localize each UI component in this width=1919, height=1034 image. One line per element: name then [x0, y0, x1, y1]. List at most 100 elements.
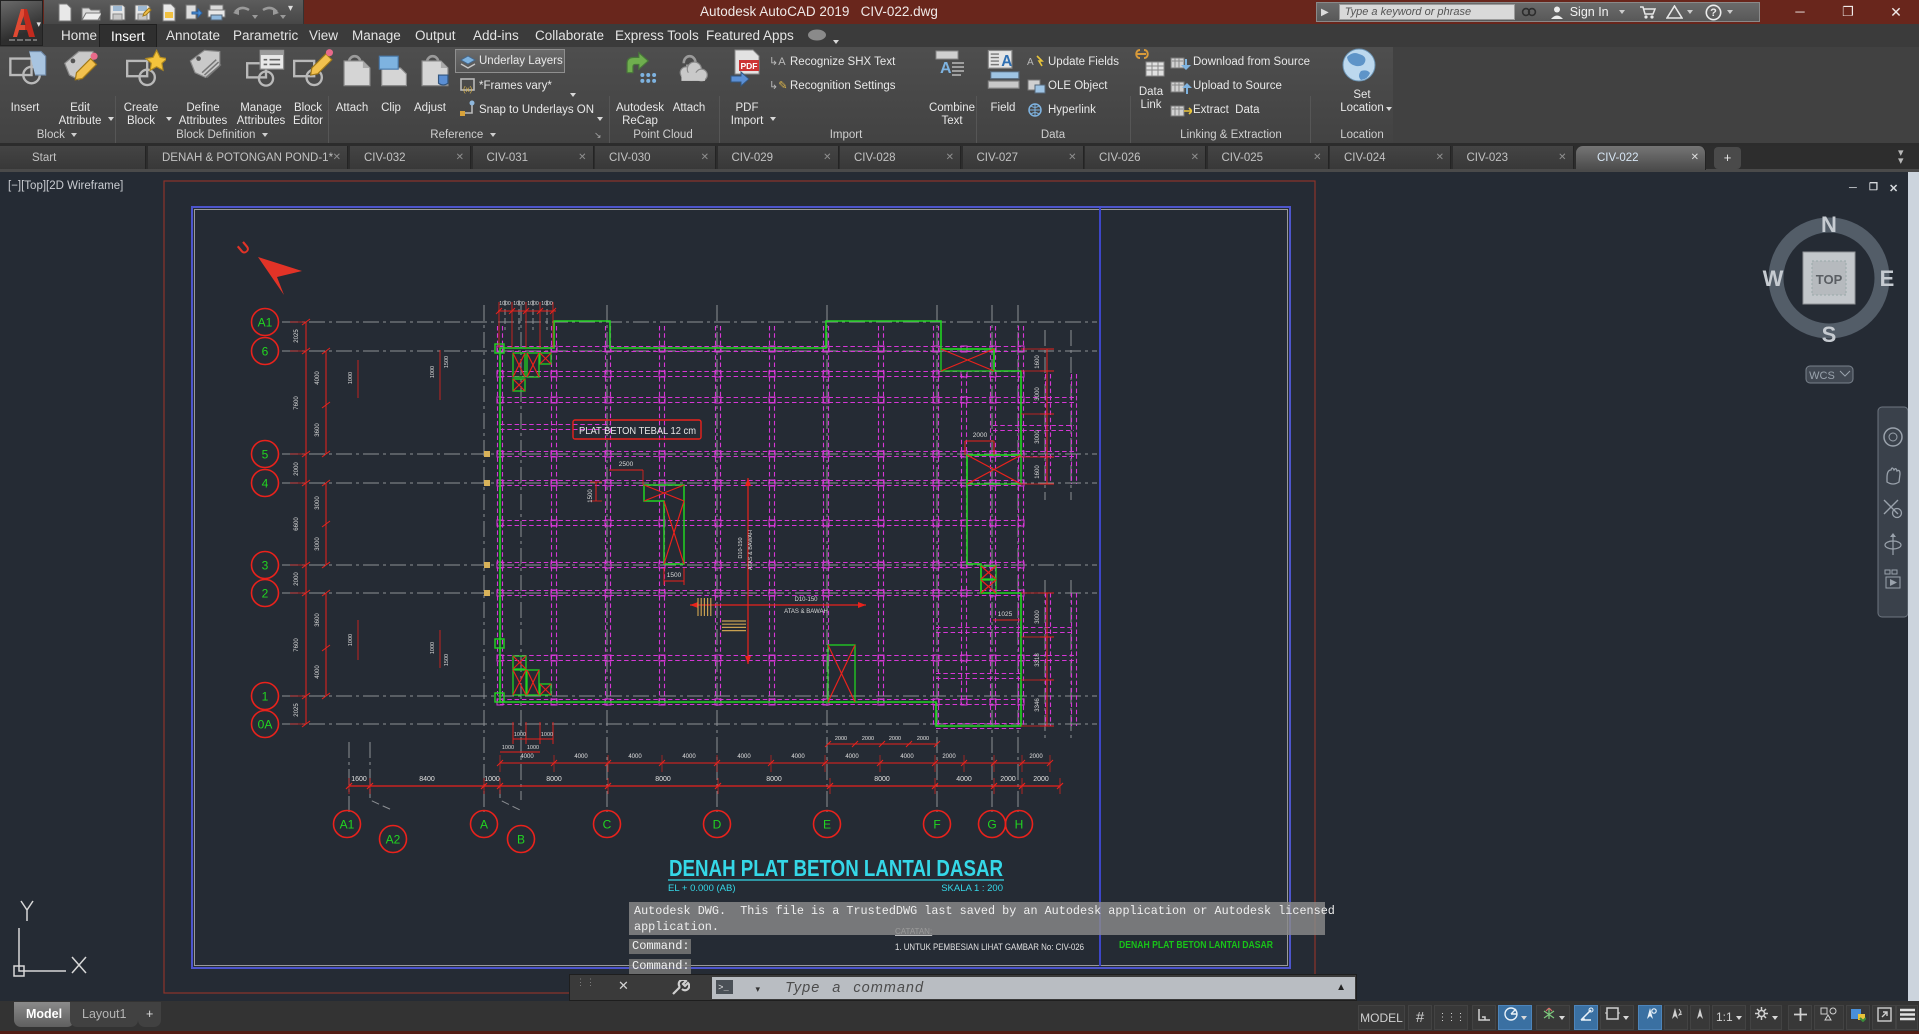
- svg-text:3600: 3600: [315, 613, 321, 627]
- svg-text:3000: 3000: [315, 496, 321, 510]
- svg-text:1000: 1000: [502, 745, 514, 751]
- svg-text:TOP: TOP: [1816, 272, 1843, 287]
- svg-text:C: C: [603, 817, 612, 831]
- svg-text:>_: >_: [718, 982, 730, 992]
- svg-text:1000: 1000: [541, 301, 553, 307]
- svg-text:SKALA 1 : 200: SKALA 1 : 200: [941, 883, 1003, 894]
- svg-text:E: E: [1880, 266, 1895, 291]
- svg-text:N: N: [1821, 212, 1837, 237]
- svg-text:3000: 3000: [1035, 430, 1041, 444]
- svg-text:2000: 2000: [835, 736, 847, 742]
- svg-text:4000: 4000: [791, 754, 805, 760]
- svg-text:D: D: [713, 817, 722, 831]
- svg-text:1000: 1000: [527, 301, 539, 307]
- svg-text:A: A: [480, 817, 488, 831]
- svg-text:G: G: [987, 817, 996, 831]
- svg-text:A1: A1: [258, 315, 273, 329]
- svg-text:EL + 0.000 (AB): EL + 0.000 (AB): [668, 883, 736, 894]
- svg-text:2025: 2025: [294, 329, 300, 343]
- svg-text:1000: 1000: [541, 732, 553, 738]
- svg-text:3318: 3318: [1035, 653, 1041, 667]
- svg-text:4000: 4000: [315, 665, 321, 679]
- svg-text:1500: 1500: [667, 572, 682, 579]
- svg-text:4000: 4000: [628, 754, 642, 760]
- svg-text:7600: 7600: [294, 638, 300, 652]
- svg-text:?: ?: [1710, 7, 1717, 19]
- svg-text:D10-150: D10-150: [794, 597, 818, 603]
- svg-text:2000: 2000: [917, 736, 929, 742]
- svg-text:4000: 4000: [900, 754, 914, 760]
- svg-text:1000: 1000: [499, 301, 511, 307]
- svg-text:PDF: PDF: [741, 61, 758, 71]
- svg-text:(x): (x): [463, 85, 473, 94]
- svg-text:3000: 3000: [1035, 387, 1041, 401]
- svg-text:8000: 8000: [874, 776, 890, 783]
- svg-text:E: E: [823, 817, 831, 831]
- svg-text:2000: 2000: [1033, 776, 1049, 783]
- svg-text:8000: 8000: [655, 776, 671, 783]
- svg-text:4000: 4000: [682, 754, 696, 760]
- svg-text:WCS: WCS: [1809, 370, 1835, 382]
- svg-text:4000: 4000: [315, 371, 321, 385]
- svg-text:2000: 2000: [862, 736, 874, 742]
- svg-text:3346: 3346: [1035, 698, 1041, 712]
- svg-text:DENAH PLAT BETON LANTAI DASAR: DENAH PLAT BETON LANTAI DASAR: [1119, 940, 1274, 951]
- svg-text:A: A: [1027, 57, 1034, 68]
- svg-text:F: F: [933, 817, 940, 831]
- svg-text:3600: 3600: [315, 423, 321, 437]
- svg-text:4000: 4000: [520, 754, 534, 760]
- svg-text:8000: 8000: [546, 776, 562, 783]
- svg-text:0A: 0A: [258, 717, 273, 731]
- svg-text:D10-150: D10-150: [738, 537, 744, 558]
- svg-text:1600: 1600: [1035, 355, 1041, 369]
- svg-text:5: 5: [262, 447, 269, 461]
- svg-text:A: A: [1001, 53, 1012, 70]
- svg-text:1600: 1600: [351, 776, 367, 783]
- svg-text:1500: 1500: [444, 654, 450, 666]
- svg-text:8000: 8000: [766, 776, 782, 783]
- svg-text:1000: 1000: [430, 642, 436, 654]
- svg-text:3: 3: [262, 558, 269, 572]
- svg-text:3000: 3000: [315, 537, 321, 551]
- svg-text:1500: 1500: [444, 356, 450, 368]
- svg-text:2000: 2000: [889, 736, 901, 742]
- svg-text:1000: 1000: [514, 732, 526, 738]
- svg-text:↳✎: ↳✎: [769, 80, 787, 92]
- svg-text:3000: 3000: [1035, 610, 1041, 624]
- svg-text:6600: 6600: [294, 517, 300, 531]
- svg-text:4000: 4000: [956, 776, 972, 783]
- svg-text:2025: 2025: [294, 703, 300, 717]
- svg-text:1000: 1000: [348, 634, 354, 646]
- svg-text:A1: A1: [340, 817, 355, 831]
- svg-text:2: 2: [262, 586, 269, 600]
- svg-text:U: U: [234, 239, 253, 259]
- svg-text:1000: 1000: [348, 372, 354, 384]
- svg-text:1000: 1000: [513, 301, 525, 307]
- svg-text:7600: 7600: [294, 396, 300, 410]
- svg-text:2000: 2000: [1029, 754, 1043, 760]
- svg-text:2000: 2000: [1000, 776, 1016, 783]
- svg-text:↳A: ↳A: [769, 56, 786, 68]
- svg-text:2000: 2000: [973, 432, 988, 439]
- svg-text:4: 4: [262, 476, 269, 490]
- svg-text:6: 6: [262, 344, 269, 358]
- svg-text:1025: 1025: [998, 611, 1013, 618]
- svg-text:2000: 2000: [942, 754, 956, 760]
- svg-text:A2: A2: [386, 832, 401, 846]
- svg-text:PLAT BETON TEBAL 12 cm: PLAT BETON TEBAL 12 cm: [579, 425, 696, 437]
- svg-text:2500: 2500: [619, 461, 634, 468]
- svg-text:2000: 2000: [294, 462, 300, 476]
- svg-text:ATAS & BAWAH: ATAS & BAWAH: [748, 530, 754, 570]
- svg-text:8400: 8400: [419, 776, 435, 783]
- svg-text:1600: 1600: [1035, 465, 1041, 479]
- svg-text:S: S: [1822, 322, 1837, 347]
- svg-text:B: B: [517, 832, 525, 846]
- svg-text:1000: 1000: [430, 366, 436, 378]
- svg-text:1500: 1500: [588, 489, 594, 503]
- svg-text:4000: 4000: [845, 754, 859, 760]
- svg-text:1000: 1000: [527, 745, 539, 751]
- svg-text:1: 1: [262, 689, 269, 703]
- svg-text:1. UNTUK PEMBESIAN LIHAT GAMBA: 1. UNTUK PEMBESIAN LIHAT GAMBAR No: CIV-…: [895, 942, 1084, 952]
- svg-text:1000: 1000: [484, 776, 500, 783]
- svg-text:H: H: [1015, 817, 1024, 831]
